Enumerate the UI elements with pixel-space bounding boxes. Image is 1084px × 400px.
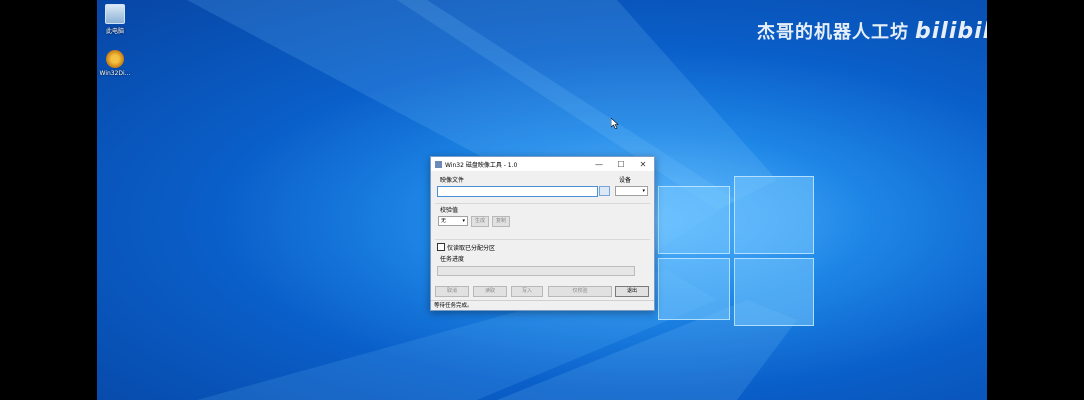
progress-bar [437, 266, 635, 276]
checksum-label: 校验值 [440, 207, 459, 214]
image-file-input[interactable] [437, 186, 598, 197]
letterbox-right [987, 0, 1084, 400]
read-button[interactable]: 读取 [473, 286, 507, 297]
folder-icon[interactable] [599, 186, 610, 196]
verify-only-button[interactable]: 仅校验 [548, 286, 612, 297]
windows-logo [650, 176, 820, 326]
minimize-button[interactable]: — [588, 160, 610, 169]
desktop-icon-label: 此电脑 [105, 28, 124, 35]
chevron-down-icon: ▾ [462, 218, 465, 224]
watermark-text: 杰哥的机器人工坊 [757, 22, 909, 43]
image-file-label: 映像文件 [440, 177, 465, 184]
read-allocated-label: 仅读取已分配分区 [447, 245, 496, 252]
generate-button[interactable]: 生成 [471, 216, 489, 227]
exit-button[interactable]: 退出 [615, 286, 649, 297]
logo-pane-br [734, 258, 814, 326]
chevron-down-icon: ▾ [642, 188, 645, 194]
logo-pane-bl [658, 258, 730, 320]
checksum-type-value: 无 [441, 218, 447, 224]
divider [435, 203, 650, 204]
letterbox-left [0, 0, 97, 400]
write-button[interactable]: 写入 [511, 286, 543, 297]
copy-button[interactable]: 复制 [492, 216, 510, 227]
desktop-icon-this-pc[interactable]: 此电脑 [98, 4, 132, 35]
progress-label: 任务进度 [440, 256, 465, 263]
maximize-button[interactable]: ☐ [610, 160, 632, 169]
bilibili-logo: bilibili [915, 19, 987, 44]
window-title: Win32 磁盘映像工具 - 1.0 [445, 161, 518, 169]
logo-pane-tl [658, 186, 730, 254]
cancel-button[interactable]: 取消 [435, 286, 469, 297]
gear-icon [106, 50, 124, 68]
device-select[interactable]: ▾ [615, 186, 648, 196]
win32-disk-imager-window: Win32 磁盘映像工具 - 1.0 — ☐ ✕ 映像文件 设备 ▾ 校验值 无… [430, 156, 655, 311]
watermark: 杰哥的机器人工坊 bilibili [757, 18, 987, 44]
divider [435, 239, 650, 240]
app-icon [435, 160, 442, 168]
desktop-icon-label: Win32Di... [99, 70, 131, 77]
status-bar: 等待任务完成。 [431, 300, 654, 310]
logo-pane-tr [734, 176, 814, 254]
mouse-cursor-icon [611, 118, 619, 129]
title-bar[interactable]: Win32 磁盘映像工具 - 1.0 — ☐ ✕ [431, 157, 654, 171]
device-label: 设备 [619, 177, 632, 184]
desktop-icon-win32diskimager[interactable]: Win32Di... [98, 50, 132, 77]
read-allocated-checkbox[interactable] [437, 243, 445, 251]
close-button[interactable]: ✕ [632, 160, 654, 169]
recycle-bin-icon [105, 4, 125, 24]
checksum-type-select[interactable]: 无 ▾ [438, 216, 468, 226]
